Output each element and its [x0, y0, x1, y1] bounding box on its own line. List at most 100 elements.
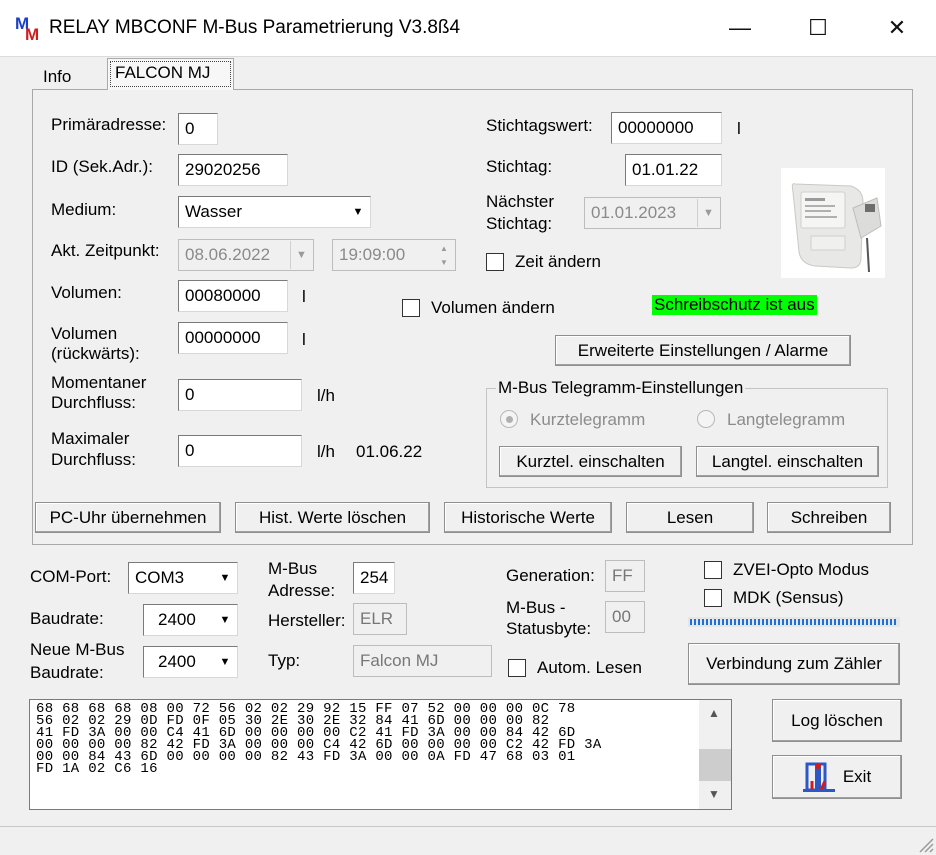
baudrate-label: Baudrate: — [30, 609, 104, 628]
lesen-button[interactable]: Lesen — [626, 502, 754, 533]
zeitpunkt-date-value: 08.06.2022 — [185, 245, 271, 264]
progress-segment — [830, 619, 832, 625]
volumen-input[interactable]: 00080000 — [178, 280, 288, 312]
neue-baudrate-value: 2400 — [158, 652, 196, 671]
stichtag-input[interactable]: 01.01.22 — [625, 154, 722, 186]
volumen-aendern-checkbox[interactable] — [402, 299, 420, 317]
progress-segment — [786, 619, 788, 625]
volumen-rueck-input[interactable]: 00000000 — [178, 322, 288, 354]
progress-segment — [814, 619, 816, 625]
medium-value: Wasser — [185, 202, 242, 221]
chevron-down-icon[interactable]: ▼ — [214, 564, 236, 592]
maximal-input[interactable]: 0 — [178, 435, 302, 467]
progress-segment — [782, 619, 784, 625]
stichtag-label: Stichtag: — [486, 157, 553, 176]
resize-grip-icon[interactable] — [916, 835, 934, 853]
zvei-opto-checkbox[interactable] — [704, 561, 722, 579]
progress-segment — [746, 619, 748, 625]
progress-segment — [890, 619, 892, 625]
mdk-sensus-checkbox[interactable] — [704, 589, 722, 607]
progress-segment — [842, 619, 844, 625]
volumen-rueck-label-2: (rückwärts): — [51, 344, 140, 363]
naechster-stichtag-value: 01.01.2023 — [591, 203, 677, 222]
stichtagswert-input[interactable]: 00000000 — [611, 112, 722, 144]
zeitpunkt-time-value: 19:09:00 — [339, 245, 406, 264]
neue-baudrate-select[interactable]: 2400 ▼ — [143, 646, 238, 678]
progress-segment — [858, 619, 860, 625]
stichtagswert-unit: l — [737, 119, 741, 138]
hersteller-label: Hersteller: — [268, 611, 346, 630]
statusbyte-label-1: M-Bus - — [506, 598, 566, 617]
maximize-button[interactable]: ☐ — [779, 0, 857, 56]
progress-segment — [750, 619, 752, 625]
progress-segment — [886, 619, 888, 625]
baudrate-value: 2400 — [158, 610, 196, 629]
tab-info[interactable]: Info — [35, 62, 103, 92]
progress-segment — [882, 619, 884, 625]
exit-button[interactable]: Exit — [772, 755, 902, 799]
baudrate-select[interactable]: 2400 ▼ — [143, 604, 238, 636]
naechster-stichtag-picker: 01.01.2023 ▼ — [584, 197, 721, 229]
svg-text:M: M — [25, 25, 39, 41]
verbindung-zum-zaehler-button[interactable]: Verbindung zum Zähler — [688, 643, 900, 685]
zeit-aendern-label: Zeit ändern — [515, 252, 601, 271]
minimize-button[interactable]: — — [701, 0, 779, 56]
com-port-select[interactable]: COM3 ▼ — [128, 562, 238, 594]
kurztel-einschalten-button[interactable]: Kurztel. einschalten — [499, 446, 682, 477]
hist-werte-loeschen-button[interactable]: Hist. Werte löschen — [235, 502, 430, 533]
id-label: ID (Sek.Adr.): — [51, 157, 154, 176]
log-loeschen-button[interactable]: Log löschen — [772, 699, 902, 742]
zeit-aendern-checkbox[interactable] — [486, 253, 504, 271]
scroll-up-icon[interactable]: ▲ — [708, 706, 720, 720]
chevron-down-icon[interactable]: ▼ — [214, 606, 236, 634]
maximal-unit: l/h — [317, 442, 335, 461]
log-scrollbar[interactable]: ▲ ▼ — [699, 700, 731, 809]
maximal-label-2: Durchfluss: — [51, 450, 137, 469]
chevron-down-icon: ▼ — [697, 199, 719, 227]
chevron-down-icon[interactable]: ▼ — [347, 198, 369, 226]
telegramm-group-title: M-Bus Telegramm-Einstellungen — [496, 378, 746, 398]
volumen-label: Volumen: — [51, 283, 122, 302]
momentan-input[interactable]: 0 — [178, 379, 302, 411]
tab-falcon-mj[interactable]: FALCON MJ — [107, 58, 234, 90]
chevron-down-icon[interactable]: ▼ — [214, 648, 236, 676]
stichtagswert-label: Stichtagswert: — [486, 116, 593, 135]
typ-label: Typ: — [268, 651, 301, 670]
scroll-down-icon[interactable]: ▼ — [708, 787, 720, 801]
scroll-thumb[interactable] — [699, 749, 731, 781]
mbus-adresse-input[interactable]: 254 — [353, 562, 395, 594]
historische-werte-button[interactable]: Historische Werte — [444, 502, 612, 533]
progress-segment — [726, 619, 728, 625]
id-input[interactable]: 29020256 — [178, 154, 288, 186]
progress-segment — [794, 619, 796, 625]
langtelegramm-radio — [697, 410, 715, 428]
medium-select[interactable]: Wasser ▼ — [178, 196, 371, 228]
volumen-rueck-label-1: Volumen — [51, 324, 118, 343]
progress-segment — [870, 619, 872, 625]
statusbyte-label-2: Statusbyte: — [506, 619, 592, 638]
progress-indicator — [688, 617, 900, 627]
schreiben-button[interactable]: Schreiben — [767, 502, 891, 533]
primaeradresse-input[interactable]: 0 — [178, 113, 218, 145]
progress-segment — [690, 619, 692, 625]
autom-lesen-checkbox[interactable] — [508, 659, 526, 677]
window-title: RELAY MBCONF M-Bus Parametrierung V3.8ß4 — [49, 17, 461, 38]
close-button[interactable]: ✕ — [858, 0, 936, 56]
progress-segment — [810, 619, 812, 625]
pc-uhr-uebernehmen-button[interactable]: PC-Uhr übernehmen — [35, 502, 221, 533]
exit-label: Exit — [842, 767, 872, 786]
zeitpunkt-label: Akt. Zeitpunkt: — [51, 241, 160, 260]
zvei-opto-label: ZVEI-Opto Modus — [733, 560, 870, 579]
log-text: 68 68 68 68 08 00 72 56 02 02 29 92 15 F… — [36, 701, 602, 777]
erweiterte-einstellungen-button[interactable]: Erweiterte Einstellungen / Alarme — [555, 335, 851, 366]
log-textarea[interactable]: 68 68 68 68 08 00 72 56 02 02 29 92 15 F… — [29, 699, 732, 810]
statusbyte-field: 00 — [605, 601, 645, 633]
medium-label: Medium: — [51, 200, 117, 219]
progress-segment — [694, 619, 696, 625]
langtel-einschalten-button[interactable]: Langtel. einschalten — [696, 446, 879, 477]
autom-lesen-label: Autom. Lesen — [537, 658, 642, 677]
exit-door-icon — [802, 762, 835, 792]
momentan-label-2: Durchfluss: — [51, 393, 137, 412]
progress-segment — [790, 619, 792, 625]
kurztelegramm-label: Kurztelegramm — [530, 410, 646, 429]
